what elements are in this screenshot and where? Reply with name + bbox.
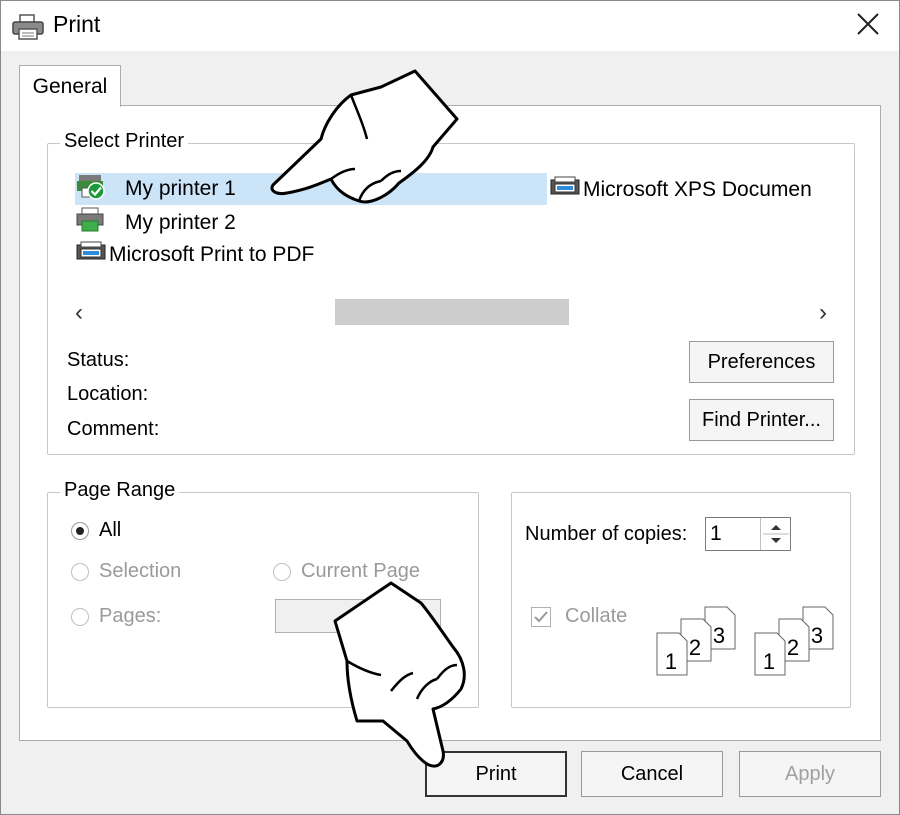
collate-page-2: 2	[689, 635, 701, 660]
apply-button-label: Apply	[784, 762, 836, 785]
location-label: Location:	[67, 383, 149, 405]
printer-item-my-printer-2[interactable]: My printer 2	[75, 207, 236, 239]
radio-selected-icon[interactable]	[71, 521, 89, 540]
printer-list-scrollbar[interactable]: ‹ ›	[67, 297, 835, 327]
collate-label: Collate	[565, 605, 628, 627]
tab-general[interactable]: General	[19, 65, 121, 107]
copies-input[interactable]: 1	[705, 517, 791, 551]
printer-name: Microsoft Print to PDF	[109, 243, 315, 266]
printer-name: My printer 2	[125, 211, 236, 234]
collate-page-1: 1	[763, 649, 775, 674]
collate-page-3: 3	[811, 623, 823, 648]
copies-spinner[interactable]	[760, 518, 790, 550]
window-title: Print	[53, 11, 101, 37]
copies-value: 1	[710, 522, 722, 545]
collate-illustration: 3 2 1	[751, 605, 841, 677]
printer-item-microsoft-print-to-pdf[interactable]: Microsoft Print to PDF	[75, 240, 314, 270]
status-label: Status:	[67, 349, 130, 371]
printer-default-icon	[75, 171, 107, 207]
checkmark-icon[interactable]	[531, 606, 551, 627]
cancel-button-label: Cancel	[620, 762, 684, 785]
printer-name: My printer 1	[125, 177, 236, 200]
radio-selection[interactable]: Selection	[71, 560, 181, 583]
radio-pages[interactable]: Pages:	[71, 605, 161, 628]
comment-label: Comment:	[67, 418, 160, 440]
collate-checkbox[interactable]: Collate	[531, 605, 627, 628]
copies-label: Number of copies:	[525, 523, 688, 545]
tab-general-label: General	[32, 74, 108, 98]
pointing-hand-icon	[333, 581, 473, 771]
printer-icon	[75, 205, 107, 241]
print-dialog: Print General Select Printer My printer …	[0, 0, 900, 815]
radio-selection-label: Selection	[99, 560, 182, 582]
pointing-hand-icon	[263, 65, 463, 205]
printer-item-microsoft-xps[interactable]: Microsoft XPS Documen	[549, 175, 835, 205]
print-button-label: Print	[475, 762, 517, 785]
printer-icon	[75, 239, 107, 271]
scroll-left-icon[interactable]: ‹	[75, 299, 83, 327]
radio-icon[interactable]	[71, 607, 89, 626]
radio-icon[interactable]	[273, 562, 291, 581]
page-range-title: Page Range	[60, 479, 180, 502]
apply-button[interactable]: Apply	[739, 751, 881, 797]
radio-pages-label: Pages:	[99, 605, 162, 627]
preferences-button-label: Preferences	[707, 350, 816, 373]
collate-page-2: 2	[787, 635, 799, 660]
find-printer-button[interactable]: Find Printer...	[689, 399, 834, 441]
printer-name: Microsoft XPS Documen	[583, 178, 812, 201]
close-button[interactable]	[851, 9, 885, 43]
select-printer-title: Select Printer	[60, 130, 189, 153]
find-printer-button-label: Find Printer...	[702, 408, 821, 431]
title-bar: Print	[1, 1, 899, 51]
cancel-button[interactable]: Cancel	[581, 751, 723, 797]
printer-icon	[11, 13, 45, 41]
collate-page-1: 1	[665, 649, 677, 674]
scroll-right-icon[interactable]: ›	[819, 299, 827, 327]
printer-icon	[549, 175, 581, 205]
preferences-button[interactable]: Preferences	[689, 341, 834, 383]
radio-all-label: All	[99, 519, 122, 541]
scroll-thumb[interactable]	[335, 299, 569, 325]
radio-all[interactable]: All	[71, 519, 121, 542]
radio-icon[interactable]	[71, 562, 89, 581]
collate-page-3: 3	[713, 623, 725, 648]
radio-current-page[interactable]: Current Page	[273, 560, 420, 583]
close-icon[interactable]	[856, 12, 880, 41]
collate-illustration: 3 2 1	[653, 605, 743, 677]
radio-current-page-label: Current Page	[301, 560, 420, 582]
